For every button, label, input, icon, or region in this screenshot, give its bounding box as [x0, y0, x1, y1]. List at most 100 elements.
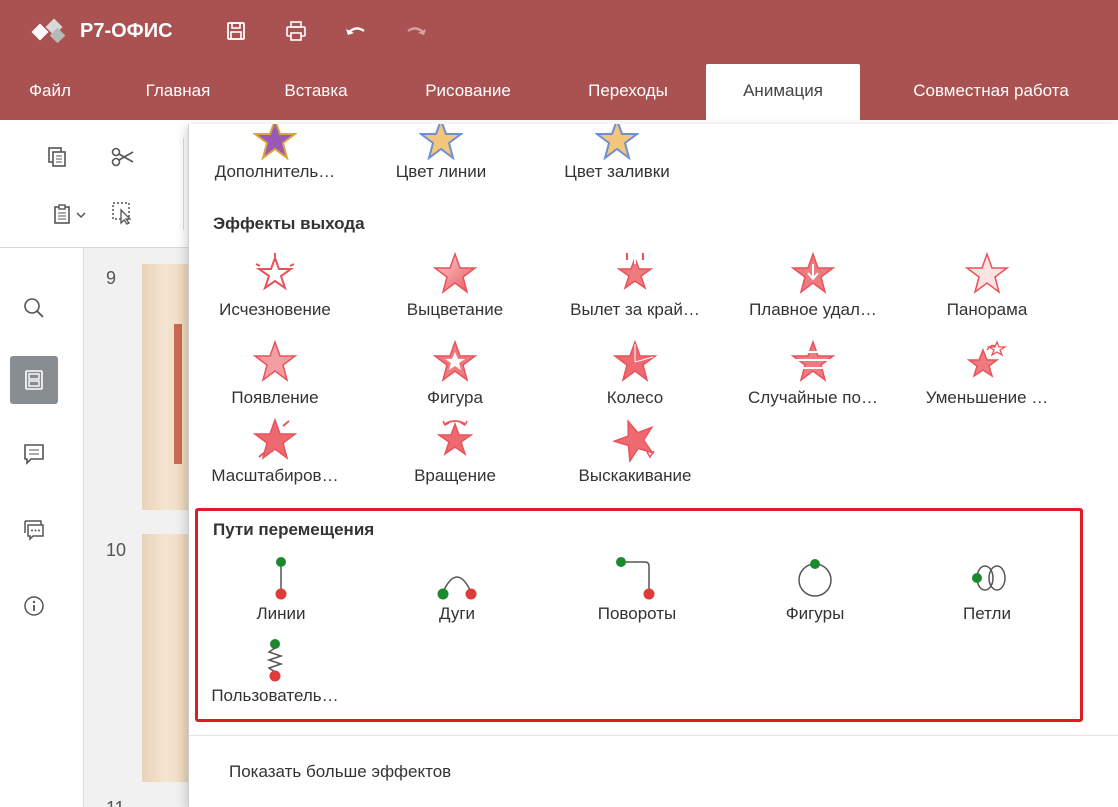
effect-item[interactable]: Исчезновение — [191, 252, 359, 326]
star-shrink-icon — [965, 340, 1009, 384]
star-appear-icon — [252, 339, 298, 384]
effect-item[interactable]: Колесо — [551, 339, 719, 414]
effect-item[interactable]: Появление — [191, 339, 359, 414]
effect-item[interactable]: Линии — [197, 556, 365, 630]
effect-label: Пользователь… — [211, 686, 339, 705]
toolbar-separator — [183, 138, 184, 230]
path-lines-icon — [259, 556, 303, 600]
cut-icon[interactable] — [110, 144, 136, 170]
save-icon[interactable] — [223, 18, 249, 44]
motion-paths-title: Пути перемещения — [213, 520, 375, 539]
effect-label: Цвет заливки — [564, 162, 670, 181]
slide-number: 11 — [106, 798, 125, 807]
star-bounce-icon — [611, 418, 657, 464]
effect-item[interactable]: Выцветание — [371, 251, 539, 326]
animation-effects-dropdown: Дополнитель… Цвет линии Цвет заливки Эфф… — [188, 124, 1118, 807]
tab-insert[interactable]: Вставка — [260, 62, 372, 120]
star-random-bars-icon — [790, 339, 836, 384]
effect-label: Масштабиров… — [211, 466, 339, 485]
tab-animation[interactable]: Анимация — [706, 64, 860, 120]
app-name: Р7-ОФИС — [80, 19, 173, 42]
effect-item[interactable]: Дуги — [373, 556, 541, 630]
effect-label: Фигуры — [785, 604, 845, 623]
info-icon[interactable] — [10, 582, 58, 630]
redo-icon[interactable] — [403, 18, 429, 44]
effect-label: Исчезновение — [219, 300, 331, 319]
quick-access-toolbar — [223, 18, 429, 44]
chat-icon[interactable] — [10, 506, 58, 554]
effect-label: Линии — [256, 604, 306, 623]
effect-item[interactable]: Плавное удал… — [729, 251, 897, 326]
title-bar: Р7-ОФИС — [0, 0, 1118, 62]
dropdown-divider — [189, 735, 1118, 736]
effect-label: Фигура — [427, 388, 483, 407]
effect-item[interactable]: Выскакивание — [551, 418, 719, 492]
logo-mark-icon — [30, 18, 74, 44]
effect-item[interactable]: Фигуры — [731, 556, 899, 630]
path-shapes-icon — [793, 556, 837, 600]
paste-icon[interactable] — [50, 202, 94, 228]
copy-icon[interactable] — [44, 144, 70, 170]
effect-item[interactable]: Петли — [903, 556, 1071, 630]
effect-item[interactable]: Пользователь… — [191, 638, 359, 712]
effect-label: Цвет линии — [395, 162, 487, 181]
effect-item[interactable]: Повороты — [553, 556, 721, 630]
star-outline-icon — [964, 251, 1010, 296]
print-icon[interactable] — [283, 18, 309, 44]
effect-item[interactable]: Масштабиров… — [191, 417, 359, 492]
star-fly-out-icon — [613, 252, 657, 296]
effect-label: Дополнитель… — [214, 162, 336, 181]
path-custom-icon — [253, 638, 297, 682]
star-zoom-icon — [252, 417, 298, 462]
path-loops-icon — [965, 556, 1009, 600]
star-line-color-icon — [418, 124, 464, 162]
star-shape-icon — [432, 339, 478, 384]
effect-item[interactable]: Цвет заливки — [533, 124, 701, 192]
tab-draw[interactable]: Рисование — [398, 62, 538, 120]
undo-icon[interactable] — [343, 18, 369, 44]
star-sparkle-outline-icon — [253, 252, 297, 296]
effect-item[interactable]: Уменьшение … — [903, 340, 1071, 414]
tab-file[interactable]: Файл — [14, 62, 86, 120]
effect-item[interactable]: Случайные по… — [729, 339, 897, 414]
menu-tabs: Файл Главная Вставка Рисование Переходы … — [0, 62, 1118, 120]
show-more-effects-button[interactable]: Показать больше эффектов — [229, 762, 451, 782]
effect-label: Выцветание — [406, 300, 504, 319]
exit-effects-title: Эффекты выхода — [213, 214, 365, 233]
effect-item[interactable]: Цвет линии — [357, 124, 525, 192]
effect-label: Уменьшение … — [925, 388, 1049, 407]
effect-item[interactable]: Фигура — [371, 339, 539, 414]
path-turns-icon — [615, 556, 659, 600]
tab-transitions[interactable]: Переходы — [562, 62, 694, 120]
star-purple-icon — [252, 124, 298, 162]
search-icon[interactable] — [10, 284, 58, 332]
select-all-icon[interactable] — [110, 200, 136, 226]
app-logo: Р7-ОФИС — [30, 18, 173, 44]
path-arcs-icon — [435, 556, 479, 600]
effect-label: Дуги — [438, 604, 476, 623]
effect-item[interactable]: Вращение — [371, 418, 539, 492]
star-fade-icon — [432, 251, 478, 296]
effect-label: Петли — [963, 604, 1011, 623]
effect-label: Появление — [231, 388, 319, 407]
effect-label: Случайные по… — [748, 388, 878, 407]
slide-number: 9 — [106, 268, 117, 288]
effect-item[interactable]: Дополнитель… — [191, 124, 359, 192]
effect-item[interactable]: Панорама — [903, 251, 1071, 326]
star-float-out-icon — [790, 251, 836, 296]
star-swivel-icon — [433, 418, 477, 462]
effect-label: Колесо — [606, 388, 664, 407]
effect-label: Вращение — [414, 466, 496, 485]
slide-number: 10 — [106, 540, 127, 560]
effect-label: Панорама — [946, 300, 1028, 319]
slides-icon[interactable] — [10, 356, 58, 404]
star-fill-color-icon — [594, 124, 640, 162]
effect-item[interactable]: Вылет за край… — [551, 252, 719, 326]
left-sidebar — [0, 248, 84, 807]
tab-home[interactable]: Главная — [122, 62, 234, 120]
comments-icon[interactable] — [10, 430, 58, 478]
effect-label: Выскакивание — [578, 466, 692, 485]
star-wheel-icon — [612, 339, 658, 384]
tab-collaboration[interactable]: Совместная работа — [866, 62, 1116, 120]
effect-label: Повороты — [597, 604, 677, 623]
